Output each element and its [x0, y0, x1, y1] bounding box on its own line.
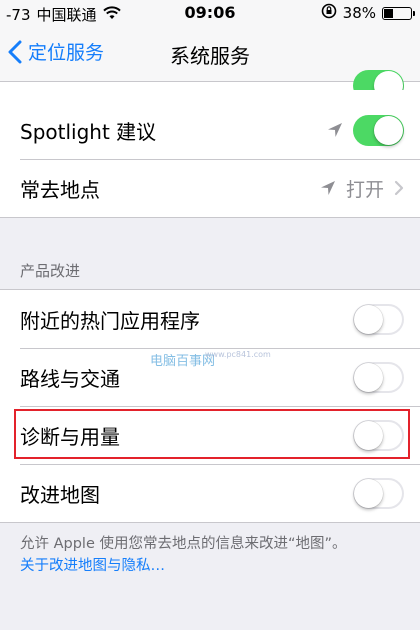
status-right: 38%: [321, 3, 415, 23]
battery-level: [384, 8, 394, 18]
row-controls: [353, 464, 404, 522]
status-bar: -73 中国联通 09:06 38%: [0, 0, 420, 26]
toggle-improve-maps[interactable]: [353, 477, 404, 509]
location-arrow-icon: [328, 123, 342, 137]
row-improve-maps: 改进地图: [0, 464, 420, 522]
toggle-spotlight-suggestions[interactable]: [353, 114, 404, 146]
row-value: 打开: [345, 178, 384, 201]
rotation-lock-icon: [321, 3, 337, 23]
row-controls: [353, 290, 404, 348]
partial-toggle: [353, 70, 404, 90]
scrolled-row-partial: [0, 70, 420, 102]
chevron-right-icon: [394, 180, 404, 196]
row-controls: [353, 348, 404, 406]
row-label: Spotlight 建议: [20, 119, 157, 144]
location-arrow-icon: [320, 181, 335, 195]
row-controls: [327, 101, 404, 159]
product-improvement-group: 附近的热门应用程序 路线与交通 诊断与用量 改进地图: [0, 289, 420, 523]
battery-icon: [382, 6, 415, 20]
toggle-popular-near-me[interactable]: [353, 303, 404, 335]
row-controls: [353, 406, 404, 464]
row-label: 常去地点: [20, 177, 100, 202]
row-diagnostics-usage: 诊断与用量: [0, 406, 420, 464]
privacy-link[interactable]: 关于改进地图与隐私…: [20, 555, 410, 577]
toggle-diagnostics-usage[interactable]: [353, 419, 404, 451]
watermark-url: www.pc841.com: [205, 350, 271, 359]
row-popular-near-me: 附近的热门应用程序: [0, 290, 420, 348]
row-frequent-locations[interactable]: 常去地点 打开: [0, 159, 420, 217]
row-label: 诊断与用量: [20, 424, 120, 449]
row-label: 路线与交通: [20, 366, 120, 391]
section-footer: 允许 Apple 使用您常去地点的信息来改进“地图”。 关于改进地图与隐私…: [20, 533, 410, 577]
footer-text: 允许 Apple 使用您常去地点的信息来改进“地图”。: [20, 536, 347, 552]
row-spotlight-suggestions: Spotlight 建议: [0, 101, 420, 159]
row-controls: 打开: [320, 159, 404, 217]
toggle-routing-traffic[interactable]: [353, 361, 404, 393]
section-header-product-improvement: 产品改进: [20, 262, 81, 280]
battery-percent: 38%: [342, 4, 376, 22]
location-services-group: Spotlight 建议 常去地点 打开: [0, 101, 420, 218]
row-label: 改进地图: [20, 482, 100, 507]
page-title: 系统服务: [170, 44, 250, 68]
row-label: 附近的热门应用程序: [20, 308, 200, 333]
